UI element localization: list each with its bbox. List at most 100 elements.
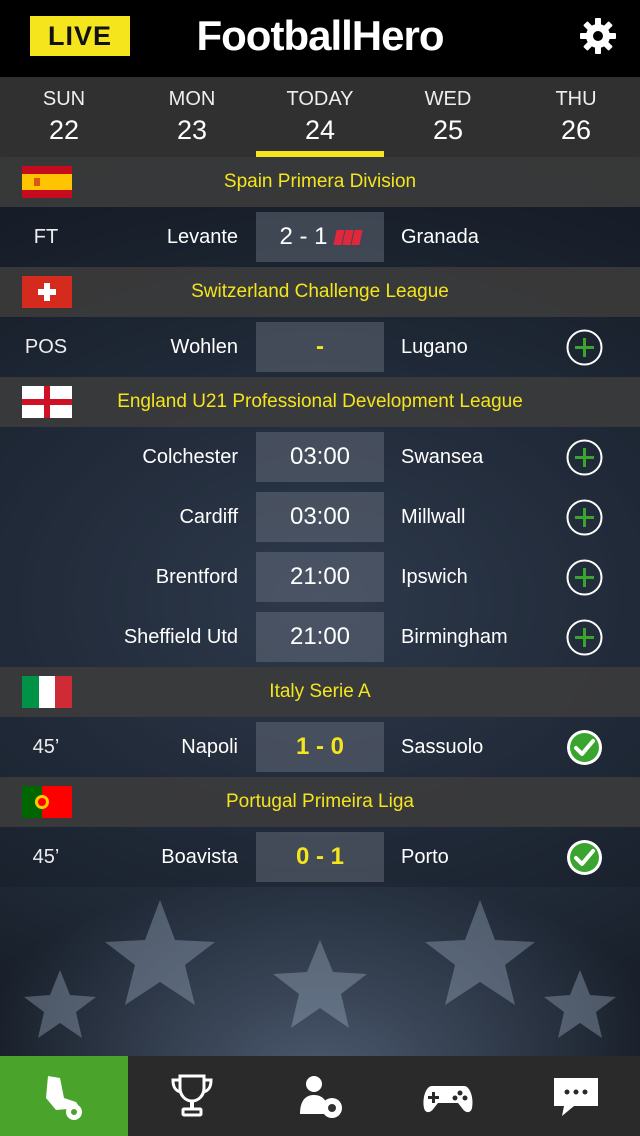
- match-row[interactable]: 45’ Boavista 0 - 1 Porto: [0, 827, 640, 887]
- date-tab-day-number: 23: [176, 115, 208, 145]
- add-prediction-icon[interactable]: [566, 619, 603, 656]
- score-box: 03:00: [256, 492, 384, 542]
- match-row[interactable]: FT Levante 2 - 1 Granada: [0, 207, 640, 267]
- away-team: Granada: [401, 226, 479, 248]
- match-score: 03:00: [289, 443, 351, 470]
- home-team: Levante: [166, 226, 238, 248]
- league-flag: [22, 676, 72, 708]
- away-team: Millwall: [401, 506, 466, 528]
- nav-tab-games[interactable]: [384, 1056, 512, 1136]
- nav-tab-leaderboard[interactable]: [128, 1056, 256, 1136]
- away-team: Porto: [401, 846, 449, 868]
- score-box: 2 - 1: [256, 212, 384, 262]
- date-tab-wed[interactable]: WED 25: [384, 77, 512, 157]
- home-team: Napoli: [181, 736, 238, 758]
- portugal-flag-icon: [22, 786, 72, 818]
- match-score: 2 - 1: [279, 223, 328, 250]
- football-boot-icon: [46, 1076, 82, 1120]
- match-row[interactable]: POS Wohlen - Lugano: [0, 317, 640, 377]
- score-box: 21:00: [256, 612, 384, 662]
- bottom-navigation: [0, 1056, 640, 1136]
- match-status: [0, 487, 92, 547]
- app-title: FootballHero: [196, 12, 445, 59]
- date-tab-day-number: 22: [48, 115, 80, 145]
- match-score: 21:00: [289, 563, 351, 590]
- match-status: [0, 607, 92, 667]
- match-row[interactable]: Cardiff 03:00 Millwall: [0, 487, 640, 547]
- home-team: Sheffield Utd: [123, 626, 238, 648]
- league-flag: [22, 166, 72, 198]
- league-header[interactable]: England U21 Professional Development Lea…: [0, 377, 640, 427]
- league-header[interactable]: Spain Primera Division: [0, 157, 640, 207]
- add-prediction-icon[interactable]: [566, 439, 603, 476]
- date-tab-sun[interactable]: SUN 22: [0, 77, 128, 157]
- match-status: [0, 547, 92, 607]
- match-score: 03:00: [289, 503, 351, 530]
- date-tab-day-label: TODAY: [286, 88, 354, 110]
- england-flag-icon: [22, 386, 72, 418]
- chat-bubble-icon: [554, 1078, 598, 1116]
- league-header[interactable]: Portugal Primeira Liga: [0, 777, 640, 827]
- add-prediction-icon[interactable]: [566, 329, 603, 366]
- match-row[interactable]: Brentford 21:00 Ipswich: [0, 547, 640, 607]
- top-bar: LIVE FootballHero: [0, 0, 640, 77]
- date-tab-day-number: 24: [304, 115, 336, 145]
- league-name: Italy Serie A: [269, 681, 371, 702]
- match-row[interactable]: Colchester 03:00 Swansea: [0, 427, 640, 487]
- date-tab-day-number: 25: [432, 115, 464, 145]
- score-box: 1 - 0: [256, 722, 384, 772]
- league-flag: [22, 386, 72, 418]
- trophy-icon: [171, 1074, 213, 1117]
- match-status: 45’: [32, 846, 60, 868]
- match-list: Spain Primera Division FT Levante 2 - 1 Gran…: [0, 157, 640, 887]
- score-box: 0 - 1: [256, 832, 384, 882]
- nav-tab-chat[interactable]: [512, 1056, 640, 1136]
- nav-tab-profile[interactable]: [256, 1056, 384, 1136]
- date-tab-thu[interactable]: THU 26: [512, 77, 640, 157]
- away-team: Sassuolo: [401, 736, 484, 758]
- match-status: 45’: [32, 736, 60, 758]
- red-card-icon: [332, 229, 363, 245]
- match-row[interactable]: 45’ Napoli 1 - 0 Sassuolo: [0, 717, 640, 777]
- date-tab-day-label: SUN: [42, 88, 86, 110]
- home-team: Cardiff: [179, 506, 238, 528]
- gamepad-icon: [423, 1086, 473, 1113]
- date-tab-mon[interactable]: MON 23: [128, 77, 256, 157]
- score-box: 03:00: [256, 432, 384, 482]
- date-tab-day-number: 26: [560, 115, 592, 145]
- home-team: Colchester: [142, 446, 238, 468]
- league-flag: [22, 786, 72, 818]
- away-team: Swansea: [401, 446, 484, 468]
- league-name: Spain Primera Division: [223, 171, 417, 192]
- match-score: 0 - 1: [295, 843, 345, 870]
- match-score: 21:00: [289, 623, 351, 650]
- league-flag: [22, 276, 72, 308]
- match-status: FT: [33, 226, 59, 248]
- italy-flag-icon: [22, 676, 72, 708]
- switzerland-flag-icon: [22, 276, 72, 308]
- match-score: 1 - 0: [295, 733, 345, 760]
- date-tab-today[interactable]: TODAY 24: [256, 77, 384, 157]
- spain-flag-icon: [22, 166, 72, 198]
- away-team: Birmingham: [401, 626, 508, 648]
- prediction-done-check-icon[interactable]: [566, 729, 603, 766]
- league-header[interactable]: Switzerland Challenge League: [0, 267, 640, 317]
- home-team: Boavista: [161, 846, 238, 868]
- league-name: Switzerland Challenge League: [191, 281, 449, 302]
- score-box: 21:00: [256, 552, 384, 602]
- add-prediction-icon[interactable]: [566, 499, 603, 536]
- home-team: Wohlen: [170, 336, 238, 358]
- nav-tab-matches[interactable]: [0, 1056, 128, 1136]
- prediction-done-check-icon[interactable]: [566, 839, 603, 876]
- match-row[interactable]: Sheffield Utd 21:00 Birmingham: [0, 607, 640, 667]
- league-name: England U21 Professional Development Lea…: [117, 391, 523, 412]
- score-box: -: [256, 322, 384, 372]
- date-tab-day-label: WED: [424, 88, 472, 110]
- gear-icon[interactable]: [578, 16, 618, 56]
- away-team: Lugano: [401, 336, 468, 358]
- league-name: Portugal Primeira Liga: [226, 791, 414, 812]
- away-team: Ipswich: [401, 566, 468, 588]
- date-tab-day-label: THU: [555, 88, 597, 110]
- league-header[interactable]: Italy Serie A: [0, 667, 640, 717]
- add-prediction-icon[interactable]: [566, 559, 603, 596]
